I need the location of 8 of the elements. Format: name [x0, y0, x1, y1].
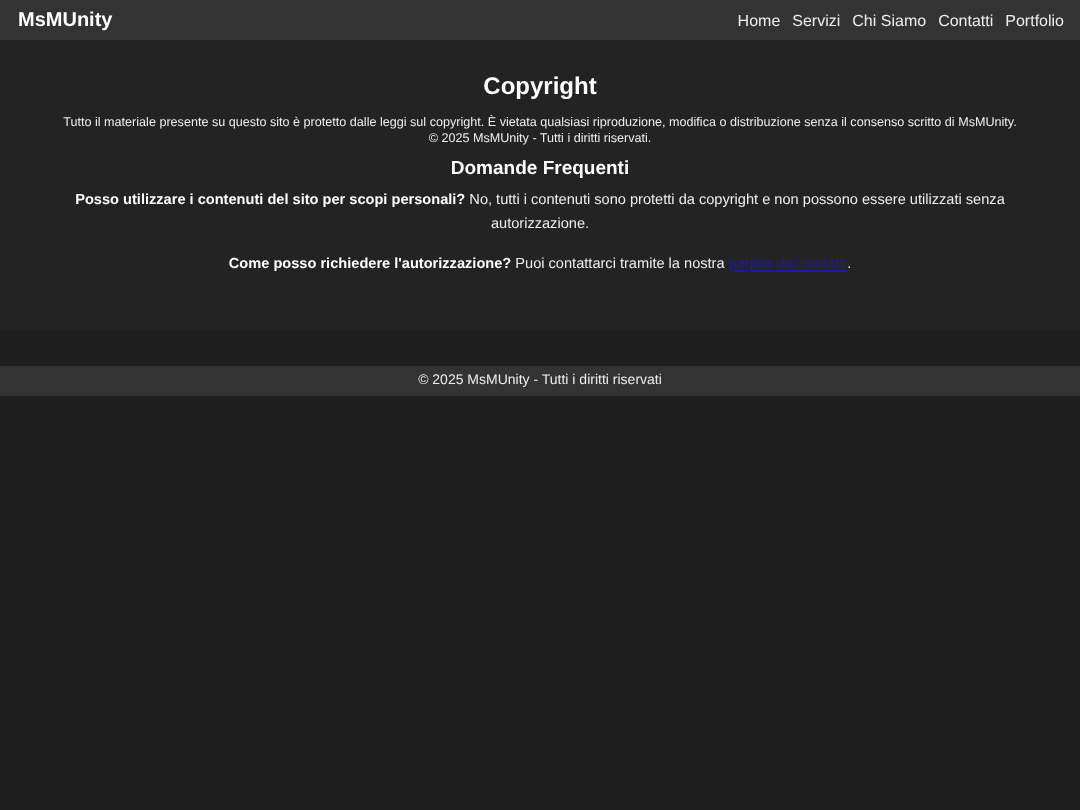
nav-link[interactable]: Servizi — [792, 11, 841, 29]
faq-heading: Domande Frequenti — [448, 158, 632, 180]
page-title: Copyright — [481, 72, 599, 100]
nav-link[interactable]: Portfolio — [1005, 11, 1064, 29]
nav-link[interactable]: Chi Siamo — [852, 11, 927, 29]
site-logo[interactable]: MsMUnity — [18, 9, 113, 31]
nav-link[interactable]: Home — [737, 11, 781, 29]
nav-link[interactable]: Contatti — [938, 11, 994, 29]
